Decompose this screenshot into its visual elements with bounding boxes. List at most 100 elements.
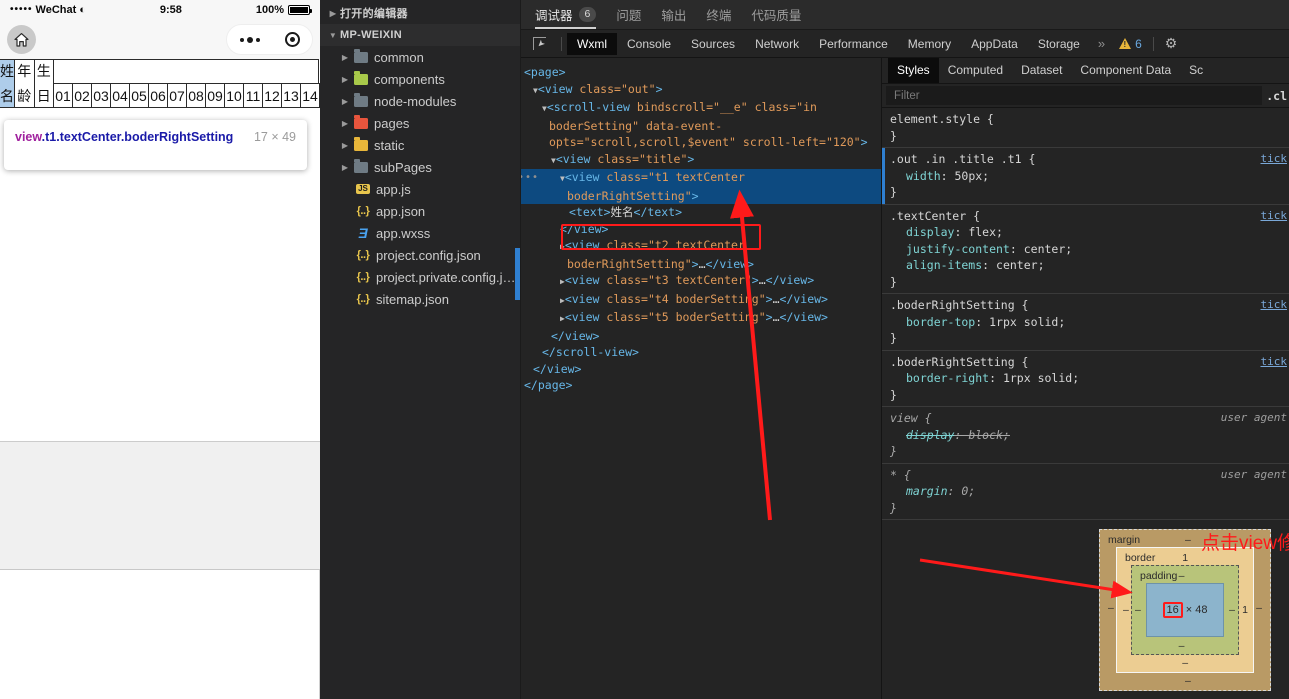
table-day-cell[interactable]: 06 xyxy=(148,83,168,108)
table-day-cell[interactable]: 01 xyxy=(53,83,73,108)
wxml-node-line[interactable]: </view> xyxy=(521,361,881,378)
file-tree-scrollbar[interactable] xyxy=(515,248,520,300)
css-value[interactable]: 1rpx solid; xyxy=(989,315,1065,329)
margin-bottom-value[interactable]: – xyxy=(1185,675,1191,687)
content-height-value[interactable]: 48 xyxy=(1195,604,1207,616)
toolbar-tab-2[interactable]: 输出 xyxy=(661,5,686,29)
css-value[interactable]: 1rpx solid; xyxy=(1003,371,1079,385)
css-value[interactable]: block; xyxy=(968,428,1010,442)
file-tree-item-static[interactable]: ▶ static xyxy=(320,134,520,156)
css-value[interactable]: center; xyxy=(996,258,1044,272)
gear-icon[interactable]: ⚙ xyxy=(1159,35,1184,52)
wxml-node-line[interactable]: ▶<view class="t2 textCenter boderRightSe… xyxy=(521,237,881,272)
panel-tab-network[interactable]: Network xyxy=(745,33,809,55)
table-day-cell[interactable]: 04 xyxy=(110,83,130,108)
panel-tab-sources[interactable]: Sources xyxy=(681,33,745,55)
css-declaration[interactable]: margin: 0; xyxy=(890,483,1289,500)
table-day-cell[interactable]: 02 xyxy=(72,83,92,108)
table-day-cell[interactable]: 03 xyxy=(91,83,111,108)
chevron-double-right-icon[interactable]: » xyxy=(1090,36,1113,51)
css-value[interactable]: flex; xyxy=(968,225,1003,239)
table-day-cell[interactable]: 07 xyxy=(167,83,187,108)
css-declaration[interactable]: border-top: 1rpx solid; xyxy=(890,314,1289,331)
table-day-cell[interactable]: 12 xyxy=(262,83,282,108)
margin-top-value[interactable]: – xyxy=(1185,534,1191,546)
wxml-node-line[interactable]: </view> xyxy=(521,221,881,238)
table-day-cell[interactable]: 09 xyxy=(205,83,225,108)
css-property[interactable]: border-top xyxy=(890,314,975,331)
css-property[interactable]: margin xyxy=(890,483,948,500)
css-property[interactable]: width xyxy=(890,168,941,185)
chevron-right-icon[interactable]: ▶ xyxy=(338,163,352,172)
toolbar-tab-3[interactable]: 终端 xyxy=(706,5,731,29)
box-model-border[interactable]: border 1 – 1 – padding – – – – 16 × 48 xyxy=(1116,547,1254,673)
border-bottom-value[interactable]: – xyxy=(1182,657,1188,669)
css-selector[interactable]: .boderRightSetting { xyxy=(890,297,1289,314)
file-tree-item-app-json[interactable]: {..} app.json xyxy=(320,200,520,222)
more-dots-icon[interactable] xyxy=(239,36,260,43)
css-rule-source[interactable]: tick xyxy=(1261,297,1288,314)
css-declaration[interactable]: width: 50px; xyxy=(890,168,1289,185)
element-picker-icon[interactable] xyxy=(527,34,551,54)
wxml-node-line[interactable]: ▼<view class="out"> xyxy=(521,81,881,100)
wxml-node-line[interactable]: ▶<view class="t3 textCenter">…</view> xyxy=(521,272,881,291)
wxml-node-line[interactable]: </page> xyxy=(521,377,881,394)
file-tree-item-subpages[interactable]: ▶ subPages xyxy=(320,156,520,178)
border-left-value[interactable]: – xyxy=(1123,604,1129,616)
table-day-cell[interactable]: 08 xyxy=(186,83,206,108)
css-declaration[interactable]: display: block; xyxy=(890,427,1289,444)
table-day-cell[interactable]: 10 xyxy=(224,83,244,108)
styles-tab-4[interactable]: Sc xyxy=(1180,58,1212,83)
wechat-capsule[interactable] xyxy=(226,24,313,55)
table-header-birthday[interactable]: 生 日 xyxy=(33,59,54,108)
table-header-age[interactable]: 年 龄 xyxy=(14,59,35,108)
styles-tab-3[interactable]: Component Data xyxy=(1071,58,1180,83)
css-declaration[interactable]: border-right: 1rpx solid; xyxy=(890,370,1289,387)
css-value[interactable]: 50px; xyxy=(954,169,989,183)
box-model-padding[interactable]: padding – – – – 16 × 48 xyxy=(1131,565,1239,655)
margin-right-value[interactable]: – xyxy=(1256,602,1262,614)
chevron-right-icon[interactable]: ▶ xyxy=(338,141,352,150)
wxml-node-line[interactable]: ▶<view class="t4 boderSetting">…</view> xyxy=(521,291,881,310)
wxml-node-line[interactable]: <page> xyxy=(521,64,881,81)
styles-tab-1[interactable]: Computed xyxy=(939,58,1012,83)
home-icon[interactable] xyxy=(7,25,36,54)
file-tree-item-node-modules[interactable]: ▶ node-modules xyxy=(320,90,520,112)
file-tree-item-project-config-json[interactable]: {..} project.config.json xyxy=(320,244,520,266)
chevron-right-icon[interactable]: ▶ xyxy=(338,97,352,106)
padding-top-value[interactable]: – xyxy=(1179,570,1185,582)
panel-tab-wxml[interactable]: Wxml xyxy=(567,32,617,55)
padding-bottom-value[interactable]: – xyxy=(1179,640,1185,652)
css-property[interactable]: justify-content xyxy=(890,241,1010,258)
css-declaration[interactable]: display: flex; xyxy=(890,224,1289,241)
margin-left-value[interactable]: – xyxy=(1108,602,1114,614)
border-top-value[interactable]: 1 xyxy=(1182,552,1188,564)
wxml-node-line[interactable]: </view> xyxy=(521,328,881,345)
table-day-cell[interactable]: 11 xyxy=(243,83,263,108)
css-value[interactable]: center; xyxy=(1024,242,1072,256)
css-rule[interactable]: * {margin: 0;} user agent xyxy=(882,464,1289,520)
table-day-cell[interactable]: 14 xyxy=(300,83,320,108)
file-tree-item-components[interactable]: ▶ components xyxy=(320,68,520,90)
chevron-right-icon[interactable]: ▶ xyxy=(338,53,352,62)
border-right-value[interactable]: 1 xyxy=(1242,604,1248,616)
css-rule[interactable]: .boderRightSetting {border-top: 1rpx sol… xyxy=(882,294,1289,351)
toolbar-tab-1[interactable]: 问题 xyxy=(616,5,641,29)
css-selector[interactable]: element.style { xyxy=(890,111,1289,128)
section-project-root[interactable]: ▼ MP-WEIXIN xyxy=(320,24,520,46)
css-rule[interactable]: .boderRightSetting {border-right: 1rpx s… xyxy=(882,351,1289,407)
panel-tab-console[interactable]: Console xyxy=(617,33,681,55)
table-header-name[interactable]: 姓 名 xyxy=(0,59,15,108)
styles-tab-0[interactable]: Styles xyxy=(888,58,939,83)
add-class-button[interactable]: .cl xyxy=(1266,89,1289,103)
css-rule-source[interactable]: tick xyxy=(1261,208,1288,225)
table-day-cell[interactable]: 13 xyxy=(281,83,301,108)
chevron-right-icon[interactable]: ▶ xyxy=(338,119,352,128)
css-selector[interactable]: .boderRightSetting { xyxy=(890,354,1289,371)
file-tree-item-common[interactable]: ▶ common xyxy=(320,46,520,68)
wxml-node-line[interactable]: ▼<scroll-view bindscroll="__e" class="in… xyxy=(521,99,881,151)
toolbar-tab-0[interactable]: 调试器 6 xyxy=(535,5,597,29)
css-declaration[interactable]: align-items: center; xyxy=(890,257,1289,274)
panel-tab-storage[interactable]: Storage xyxy=(1028,33,1090,55)
wxml-node-line[interactable]: ▶<view class="t5 boderSetting">…</view> xyxy=(521,309,881,328)
